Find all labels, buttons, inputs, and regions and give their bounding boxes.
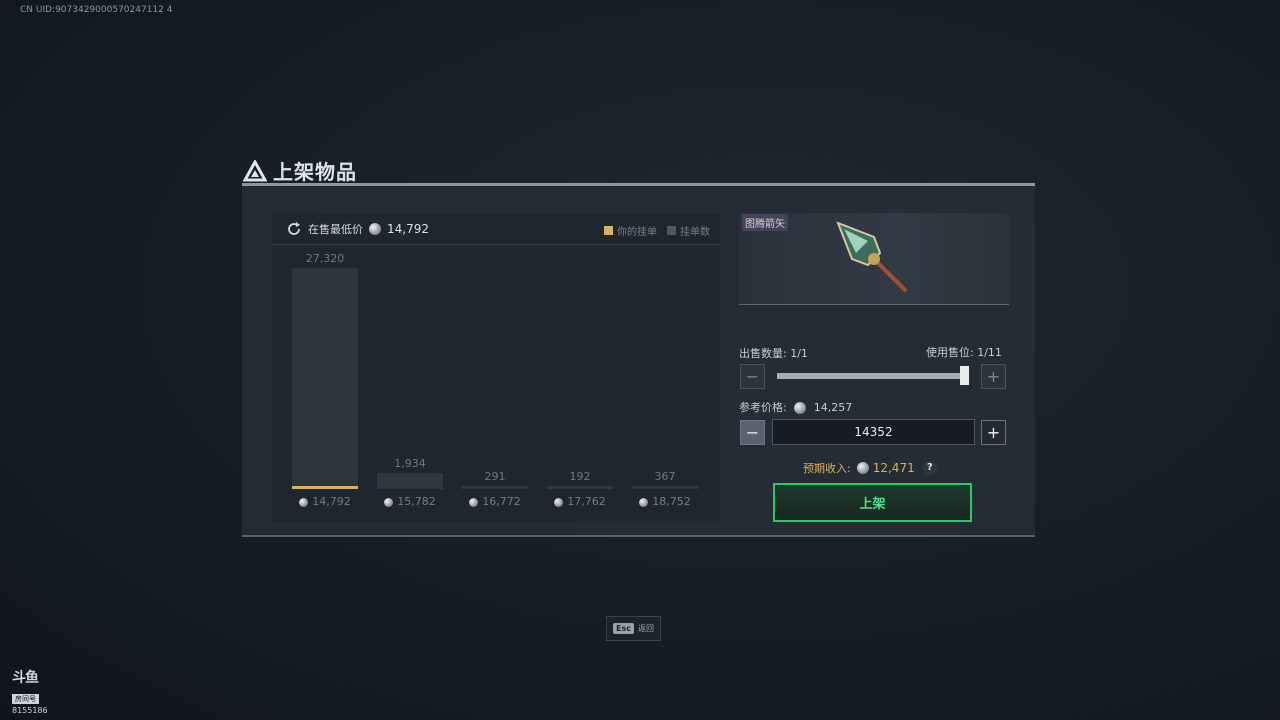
quantity-label: 出售数量: 1/1 [739, 347, 808, 360]
quantity-slider-handle[interactable] [960, 366, 969, 385]
price-chart-panel: 在售最低价 14,792 你的挂单 挂单数 27,320 14,792 1,934 1… [272, 213, 720, 522]
bar-count-label: 1,934 [394, 457, 426, 470]
bar-price-label: 14,792 [285, 495, 365, 508]
price-plus-button[interactable]: + [981, 420, 1006, 445]
price-bar[interactable] [462, 486, 528, 489]
dialog-title-row: 上架物品 [243, 156, 357, 185]
lowest-price-label: 在售最低价 [308, 222, 363, 236]
list-item-dialog: 在售最低价 14,792 你的挂单 挂单数 27,320 14,792 1,934 1… [242, 183, 1035, 537]
back-label: 返回 [637, 624, 654, 633]
douyu-logo: 斗鱼 [12, 670, 39, 686]
legend-swatch-mine [604, 226, 613, 235]
esc-back-hint[interactable]: Esc 返回 [606, 616, 661, 641]
item-preview: 图腾箭矢 [739, 213, 1009, 305]
reference-price-label: 参考价格: [739, 401, 787, 414]
item-name: 图腾箭矢 [742, 214, 788, 231]
coin-icon [639, 497, 649, 507]
room-tag: 房间号 [12, 694, 39, 704]
coin-icon [794, 402, 807, 414]
arrow-icon [836, 221, 908, 293]
bar-count-label: 27,320 [305, 252, 345, 265]
bar-price-label: 15,782 [370, 495, 450, 508]
coin-icon [469, 497, 479, 507]
triangle-logo-icon [243, 159, 267, 181]
lowest-price-value: 14,792 [387, 221, 429, 236]
coin-icon [554, 497, 564, 507]
reference-price-value: 14,257 [813, 401, 853, 414]
price-bar[interactable] [632, 486, 698, 489]
expected-income-label: 预期收入: [803, 462, 851, 475]
room-number: 8155186 [12, 706, 48, 715]
coin-icon [856, 462, 869, 474]
price-bar[interactable] [547, 486, 613, 489]
chart-legend: 你的挂单 挂单数 [604, 223, 710, 238]
price-input[interactable] [772, 419, 975, 445]
quantity-plus-button[interactable]: + [981, 364, 1006, 389]
chart-header: 在售最低价 14,792 你的挂单 挂单数 [272, 213, 720, 245]
my-listing-marker [292, 486, 358, 489]
esc-key: Esc [613, 623, 634, 634]
bar-price-label: 17,762 [540, 495, 620, 508]
legend-mine-label: 你的挂单 [617, 227, 657, 238]
quantity-minus-button[interactable]: − [740, 364, 765, 389]
legend-swatch-count [667, 226, 676, 235]
expected-income-value: 12,471 [872, 461, 915, 475]
legend-count-label: 挂单数 [680, 227, 710, 238]
expected-income-row: 预期收入: 12,471 ? [803, 460, 937, 476]
slots-label: 使用售位: 1/11 [926, 346, 1002, 359]
list-item-button[interactable]: 上架 [773, 483, 972, 522]
price-minus-button[interactable]: − [740, 420, 765, 445]
help-icon[interactable]: ? [922, 461, 937, 475]
watermark: 斗鱼 房间号 8155186 [12, 670, 50, 715]
coin-icon [299, 497, 309, 507]
price-bar[interactable] [292, 268, 358, 489]
coin-icon [369, 222, 381, 235]
coin-icon [384, 497, 394, 507]
bar-count-label: 192 [569, 470, 591, 483]
uid-label: CN UID:9073429000570247112 4 [20, 5, 173, 15]
bar-count-label: 291 [484, 470, 506, 483]
reference-price-row: 参考价格: 14,257 [739, 399, 852, 415]
refresh-icon[interactable] [286, 221, 302, 237]
quantity-value: 1/1 [790, 347, 808, 360]
price-bar[interactable] [377, 473, 443, 489]
bar-price-label: 18,752 [625, 495, 705, 508]
quantity-slider[interactable] [777, 373, 967, 379]
dialog-title: 上架物品 [273, 160, 357, 184]
bar-count-label: 367 [654, 470, 676, 483]
bar-price-label: 16,772 [455, 495, 535, 508]
slots-value: 1/11 [977, 346, 1002, 359]
